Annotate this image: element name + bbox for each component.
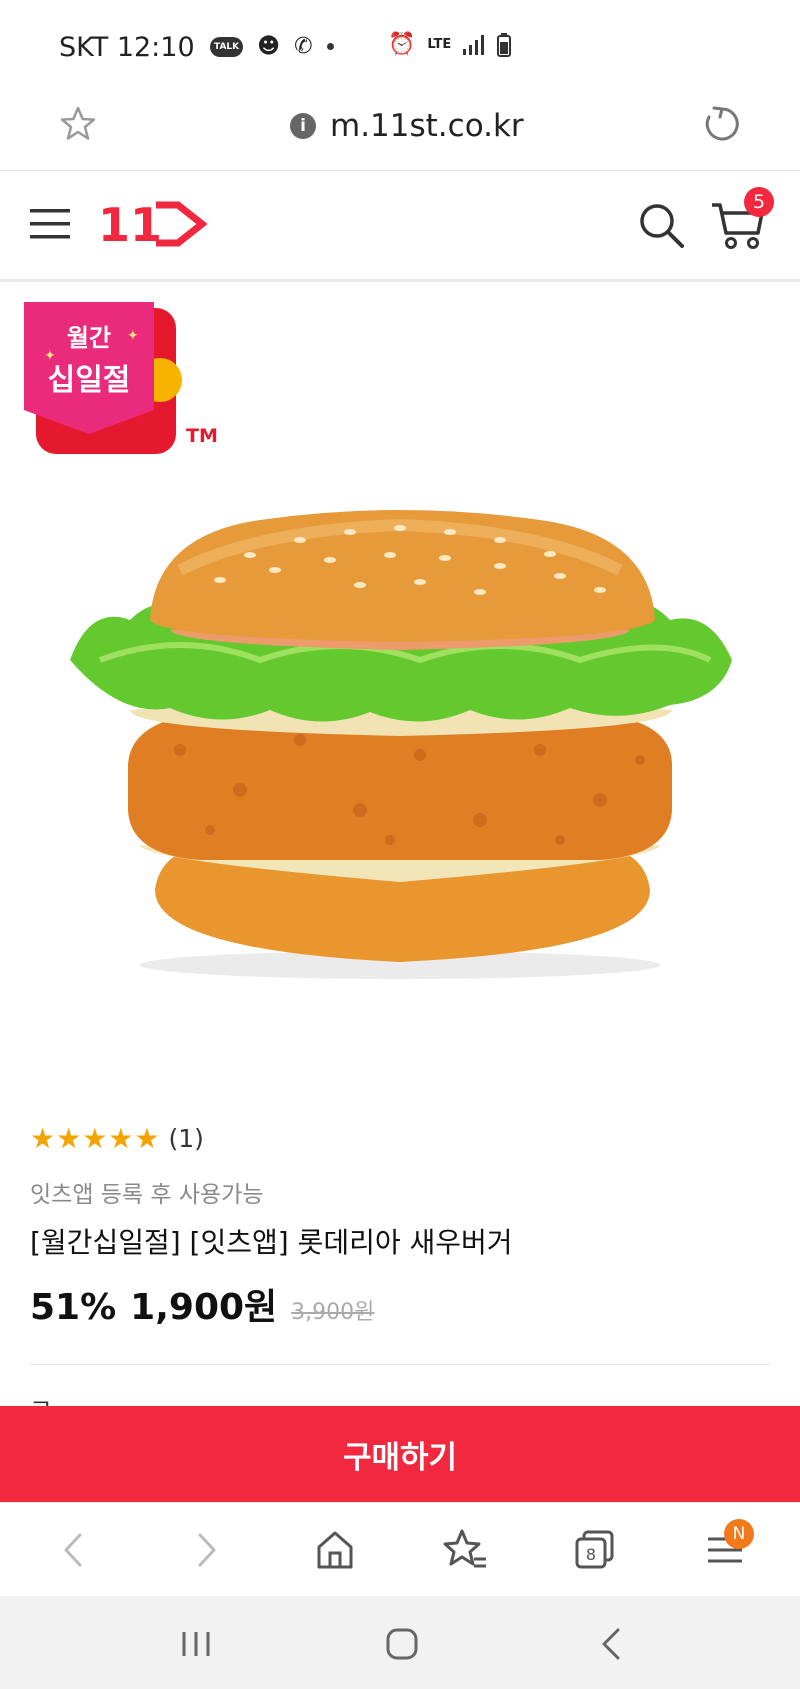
more-notifications-icon bbox=[326, 43, 334, 50]
monthly-11day-badge: 월간 십일절 ✦ ✦ TM bbox=[24, 302, 218, 454]
search-icon[interactable] bbox=[637, 201, 685, 249]
app-notification-icon: ☻ bbox=[257, 34, 281, 59]
product-image bbox=[70, 510, 732, 979]
bookmark-star-icon[interactable] bbox=[58, 104, 98, 144]
home-icon[interactable] bbox=[310, 1525, 360, 1575]
tabs-count: 8 bbox=[586, 1545, 596, 1564]
svg-text:✦: ✦ bbox=[127, 328, 139, 344]
forward-icon[interactable] bbox=[180, 1525, 230, 1575]
reload-icon[interactable] bbox=[700, 102, 744, 146]
bookmarks-icon[interactable] bbox=[440, 1525, 490, 1575]
usage-note: 잇츠앱 등록 후 사용가능 bbox=[30, 1182, 264, 1208]
sale-price: 1,900원 bbox=[130, 1287, 278, 1328]
address-field[interactable]: i m.11st.co.kr bbox=[290, 108, 524, 144]
badge-line1: 월간 bbox=[67, 324, 111, 352]
notification-icons: TALK ☻ ✆ bbox=[210, 34, 334, 59]
discount-rate: 51% bbox=[30, 1287, 117, 1328]
back-icon[interactable] bbox=[50, 1525, 100, 1575]
rating-count: (1) bbox=[168, 1124, 204, 1153]
rating-stars: ★★★★★ bbox=[30, 1122, 161, 1155]
system-nav-bar bbox=[0, 1596, 800, 1689]
alarm-icon: ⏰ bbox=[388, 32, 416, 57]
kakaotalk-icon: TALK bbox=[210, 36, 244, 57]
signal-icon bbox=[463, 34, 485, 55]
status-bar: SKT 12:10 TALK ☻ ✆ ⏰ LTE bbox=[0, 0, 800, 92]
svg-text:✦: ✦ bbox=[44, 348, 56, 364]
11st-logo[interactable]: 11 bbox=[98, 199, 210, 249]
missed-call-icon: ✆ bbox=[294, 34, 313, 59]
battery-icon bbox=[497, 32, 512, 57]
badge-tm: TM bbox=[186, 425, 218, 447]
home-nav-icon[interactable] bbox=[382, 1624, 422, 1664]
cart-count-badge: 5 bbox=[744, 187, 774, 217]
buy-button[interactable]: 구매하기 bbox=[0, 1406, 800, 1502]
url-bar: i m.11st.co.kr bbox=[0, 92, 800, 171]
tabs-icon[interactable]: 8 bbox=[570, 1525, 620, 1575]
rating[interactable]: ★★★★★ (1) bbox=[30, 1122, 204, 1155]
carrier-time: SKT 12:10 bbox=[59, 32, 195, 63]
original-price: 3,900원 bbox=[291, 1300, 375, 1325]
browser-toolbar: 8 N bbox=[0, 1502, 800, 1597]
recent-apps-icon[interactable] bbox=[176, 1624, 216, 1664]
product-title: [월간십일절] [잇츠앱] 롯데리아 새우버거 bbox=[30, 1226, 513, 1259]
info-icon[interactable]: i bbox=[290, 113, 316, 139]
url-text[interactable]: m.11st.co.kr bbox=[330, 108, 524, 144]
site-header: 11 bbox=[0, 171, 800, 282]
price-row: 51% 1,900원 3,900원 bbox=[30, 1278, 374, 1330]
logo-text: 11 bbox=[98, 199, 162, 249]
lte-icon: LTE bbox=[427, 37, 452, 52]
system-icons: ⏰ LTE bbox=[388, 32, 512, 57]
divider bbox=[30, 1364, 770, 1365]
hamburger-menu-icon[interactable] bbox=[30, 205, 72, 243]
new-badge: N bbox=[724, 1519, 754, 1549]
back-nav-icon[interactable] bbox=[592, 1624, 632, 1664]
badge-line2: 십일절 bbox=[48, 363, 131, 398]
